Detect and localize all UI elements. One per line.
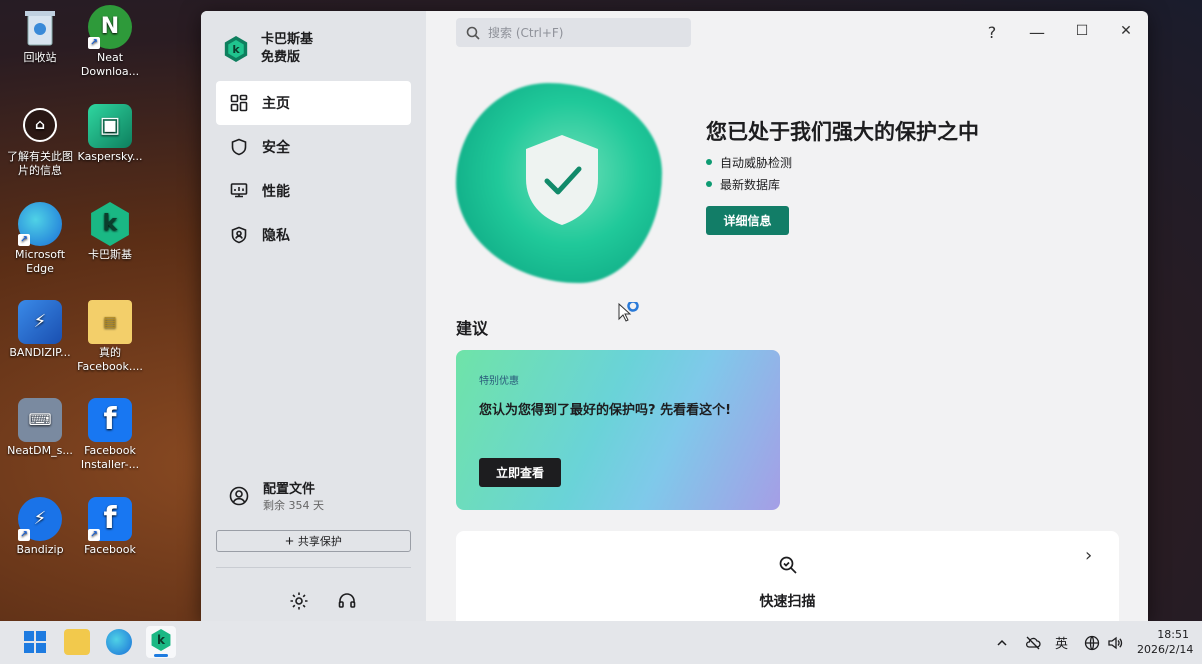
neat-downloader-icon: N ↗ [88,5,132,49]
close-button[interactable]: ✕ [1116,23,1136,39]
bandizip-icon: ⚡ ↗ [18,497,62,541]
search-icon [466,26,480,40]
desktop-icon-neatdm-setup[interactable]: ⌨ NeatDM_s... [5,398,75,458]
kaspersky-icon: k [91,202,129,246]
chevron-up-icon [997,639,1007,646]
camera-location-icon: ⌂ [23,108,57,142]
share-protection-button[interactable]: + 共享保护 [216,530,411,552]
sidebar-item-home[interactable]: 主页 [216,81,411,125]
kaspersky-icon: k [151,629,171,651]
minimize-button[interactable]: — [1027,23,1047,42]
bandizip-setup-icon: ⚡ [18,300,62,344]
kaspersky-box-icon: ▣ [88,104,132,148]
promo-card[interactable]: 特别优惠 您认为您得到了最好的保护吗? 先看看这个! 立即查看 [456,350,780,510]
installer-icon: ⌨ [18,398,62,442]
edge-icon[interactable] [106,629,132,655]
kaspersky-logo-icon: k [224,36,248,62]
home-grid-icon [230,94,248,112]
sidebar-item-label: 安全 [262,140,290,156]
show-hidden-icons-button[interactable] [996,621,1008,664]
protection-status-title: 您已处于我们强大的保护之中 [706,120,979,144]
desktop-icon-neat-download[interactable]: N ↗ Neat Downloa... [75,5,145,79]
cloud-offline-icon[interactable] [1025,621,1041,664]
desktop-icon-facebook-installer[interactable]: f Facebook Installer-... [75,398,145,472]
brand-name: 卡巴斯基 [261,32,314,47]
desktop-icon-kaspersky[interactable]: k 卡巴斯基 [75,202,145,262]
maximize-button[interactable]: ☐ [1072,23,1092,39]
desktop-icon-zip-folder[interactable]: ▤ 真的 Facebook.... [75,300,145,374]
share-label: 共享保护 [297,536,342,548]
search-placeholder: 搜索 (Ctrl+F) [488,26,564,40]
desktop-icon-recycle-bin[interactable]: 回收站 [5,5,75,65]
promo-tag: 特别优惠 [479,376,519,387]
scan-search-icon [779,556,797,574]
input-language-indicator[interactable]: 英 [1055,621,1068,664]
support-headset-icon[interactable] [337,591,357,611]
status-list: 自动威胁检测 最新数据库 [706,151,792,195]
sidebar-nav: 主页 安全 性能 隐私 [216,81,411,257]
sidebar-item-privacy[interactable]: 隐私 [216,213,411,257]
view-now-button[interactable]: 立即查看 [479,458,561,487]
divider [216,567,411,568]
recommendations-heading: 建议 [456,319,489,338]
profile-title: 配置文件 [263,482,316,497]
user-icon [229,486,249,505]
quick-scan-card[interactable]: 快速扫描 › [456,531,1119,621]
profile-item[interactable]: 配置文件 剩余 354 天 [229,478,324,513]
sidebar: k 卡巴斯基 免费版 主页 安全 性能 隐私 配置文件 剩余 354 天 + 共… [201,11,426,621]
main-content: 搜索 (Ctrl+F) ? — ☐ ✕ 您已处于我们强大的保护之中 自动威胁检测… [426,11,1148,621]
start-menu-icon[interactable] [22,629,48,655]
desktop-icon-learn-image[interactable]: ⌂ 了解有关此图片的信息 [5,104,75,178]
clock-date: 2026/2/14 [1137,643,1194,656]
brand-edition: 免费版 [261,50,301,65]
sidebar-item-label: 隐私 [262,228,290,244]
active-indicator [154,654,168,657]
desktop-icon-kaspersky-installer[interactable]: ▣ Kaspersky... [75,104,145,164]
volume-icon[interactable] [1107,621,1123,664]
sidebar-item-security[interactable]: 安全 [216,125,411,169]
desktop-icon-bandizip-setup[interactable]: ⚡ BANDIZIP... [5,300,75,360]
clock-time: 18:51 [1157,628,1189,641]
sidebar-item-performance[interactable]: 性能 [216,169,411,213]
brand: k 卡巴斯基 免费版 [223,31,313,67]
facebook-icon: f [88,398,132,442]
promo-text: 您认为您得到了最好的保护吗? 先看看这个! [479,403,731,418]
taskbar: k 英 18:51 2026/2/14 [0,621,1202,664]
desktop-icon-edge[interactable]: ↗ Microsoft Edge [5,202,75,276]
sidebar-item-label: 性能 [262,184,290,200]
chevron-right-icon[interactable]: › [1085,545,1092,566]
license-remaining: 剩余 354 天 [263,499,324,512]
details-button[interactable]: 详细信息 [706,206,789,235]
quick-scan-label: 快速扫描 [759,594,816,610]
recycle-bin-icon [18,5,62,49]
desktop-icon-bandizip[interactable]: ⚡ ↗ Bandizip [5,497,75,557]
help-button[interactable]: ? [982,23,1002,42]
search-input[interactable]: 搜索 (Ctrl+F) [456,18,691,47]
kaspersky-taskbar-button[interactable]: k [146,626,176,658]
edge-icon: ↗ [18,202,62,246]
sidebar-item-label: 主页 [262,96,290,112]
network-globe-icon[interactable] [1084,621,1100,664]
kaspersky-window: k 卡巴斯基 免费版 主页 安全 性能 隐私 配置文件 剩余 354 天 + 共… [201,11,1148,621]
performance-icon [230,183,248,198]
sidebar-footer [289,591,357,611]
shield-check-icon [526,135,598,225]
file-explorer-icon[interactable] [64,629,90,655]
busy-cursor-icon [618,302,639,322]
system-clock[interactable]: 18:51 2026/2/14 [1137,627,1194,657]
status-item: 自动威胁检测 [706,151,792,173]
status-item: 最新数据库 [706,173,792,195]
gear-icon[interactable] [289,591,309,611]
desktop-icon-facebook[interactable]: f ↗ Facebook [75,497,145,557]
zip-folder-icon: ▤ [88,300,132,344]
plus-icon: + [285,532,294,550]
privacy-icon [231,226,247,244]
facebook-icon: f ↗ [88,497,132,541]
shield-icon [231,138,247,156]
